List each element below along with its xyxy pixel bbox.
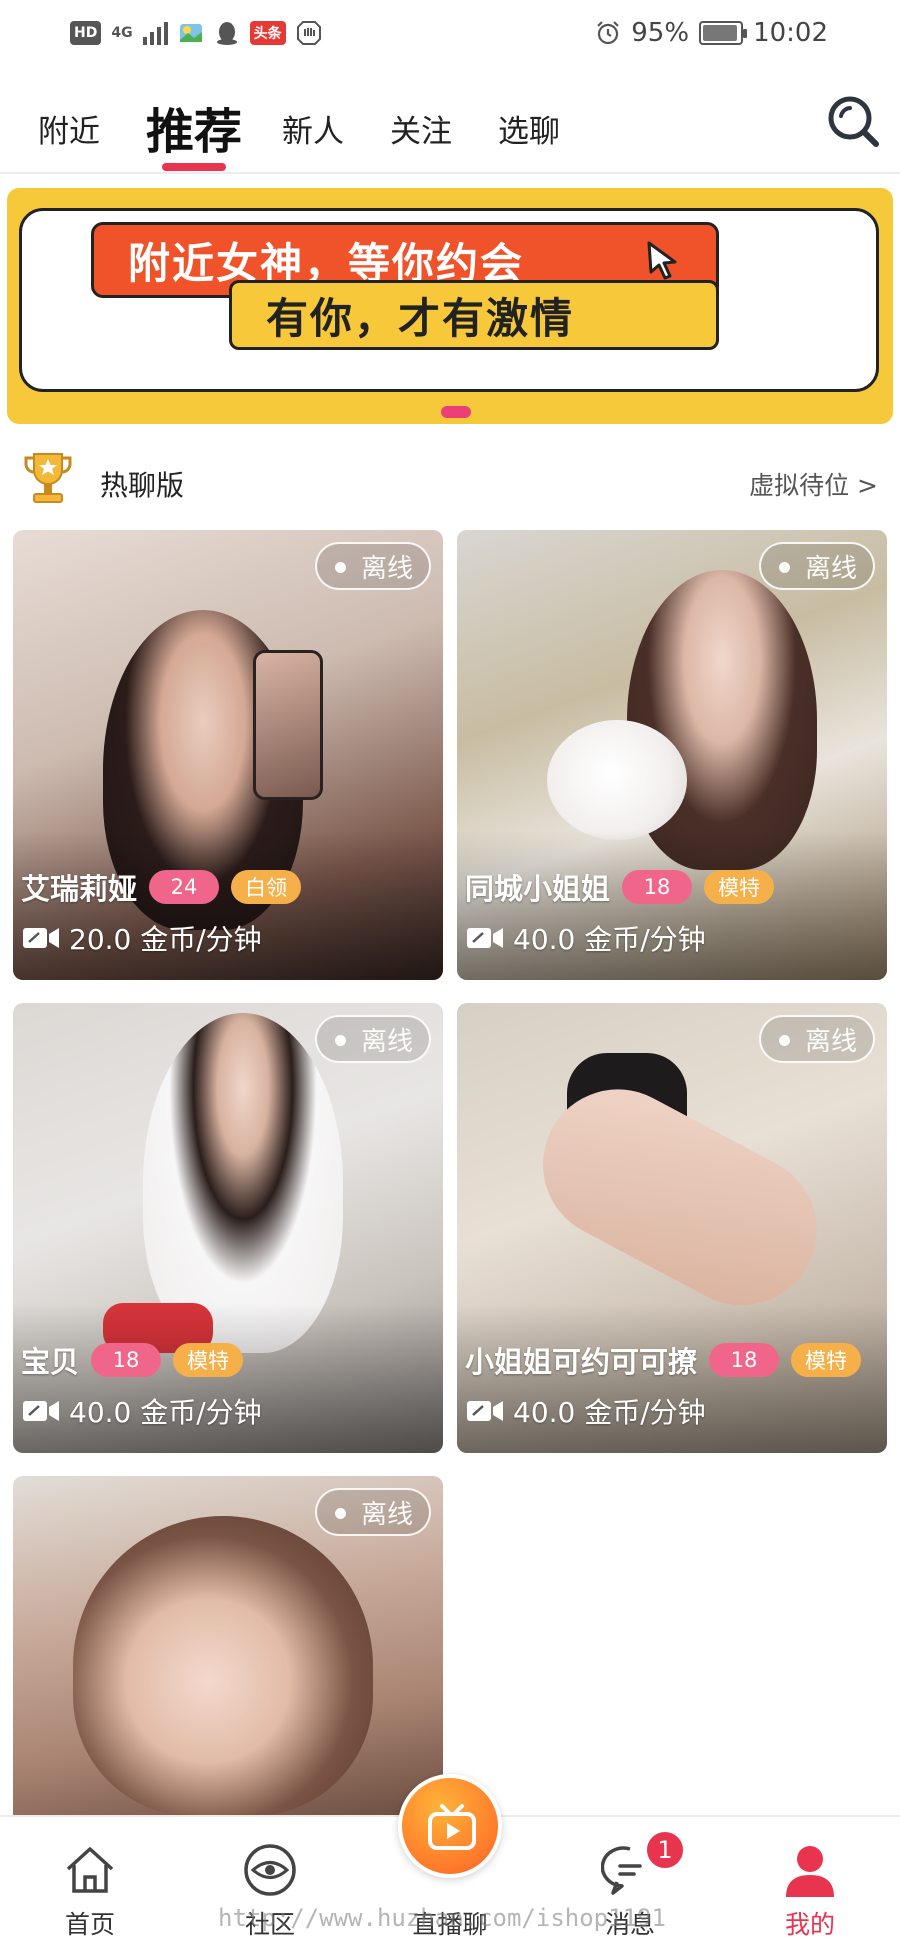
host-name: 艾瑞莉娅 [21, 872, 138, 906]
tab-new[interactable]: 新人 [282, 106, 344, 151]
watermark-text: http://www.huzhan.com/ishop1191 [218, 1904, 666, 1932]
status-left: HD 4G 头条 [70, 20, 322, 46]
nav-profile[interactable]: 我的 [750, 1841, 870, 1941]
clock-time: 10:02 [753, 18, 828, 48]
price-label: 40.0 金币/分钟 [69, 1396, 262, 1429]
status-badge: 离线 [758, 1015, 875, 1063]
card-info: 同城小姐姐 18 模特 40.0 金币/分钟 [465, 866, 879, 958]
host-card[interactable]: 离线 宝贝 18 模特 40.0 金币/分钟 [13, 1003, 443, 1453]
news-app-icon: 头条 [249, 21, 286, 45]
status-badge: 离线 [314, 1488, 431, 1536]
nav-label: 首页 [64, 1910, 115, 1939]
live-chat-center-button[interactable] [398, 1774, 502, 1878]
status-bar: HD 4G 头条 95% 10:02 [0, 0, 900, 66]
battery-percent: 95% [631, 18, 690, 48]
top-tab-bar: 附近 推荐 新人 关注 选聊 [0, 70, 900, 174]
video-call-icon [23, 1401, 59, 1421]
status-right: 95% 10:02 [595, 18, 828, 48]
video-call-icon [467, 1401, 503, 1421]
age-badge: 18 [709, 1343, 780, 1377]
tab-nearby[interactable]: 附近 [38, 106, 100, 151]
battery-icon [699, 21, 748, 45]
card-info: 宝贝 18 模特 40.0 金币/分钟 [21, 1339, 435, 1431]
occupation-tag: 模特 [173, 1343, 244, 1377]
home-icon [66, 1847, 114, 1893]
age-badge: 18 [622, 870, 693, 904]
host-name: 同城小姐姐 [465, 872, 611, 906]
age-badge: 18 [91, 1343, 162, 1377]
network-type: 4G [111, 25, 133, 41]
weather-icon [179, 24, 202, 42]
price-label: 40.0 金币/分钟 [513, 1396, 706, 1429]
host-name: 小姐姐可约可可撩 [465, 1345, 698, 1379]
age-badge: 24 [149, 870, 220, 904]
trophy-icon [24, 453, 72, 503]
price-row: 40.0 金币/分钟 [465, 1391, 879, 1431]
qq-icon [216, 22, 237, 45]
host-name: 宝贝 [21, 1345, 80, 1379]
banner-subline: 有你，才有激情 [229, 280, 719, 350]
profile-icon [786, 1846, 834, 1897]
active-tab-indicator [162, 163, 226, 171]
virtual-queue-link[interactable]: 虚拟待位 > [749, 466, 878, 502]
name-row: 同城小姐姐 18 模特 [465, 866, 879, 908]
occupation-tag: 模特 [791, 1343, 862, 1377]
occupation-tag: 模特 [704, 870, 775, 904]
host-card[interactable]: 离线 艾瑞莉娅 24 白领 20.0 金币/分钟 [13, 530, 443, 980]
community-icon [244, 1844, 296, 1896]
card-info: 艾瑞莉娅 24 白领 20.0 金币/分钟 [21, 866, 435, 958]
tab-following[interactable]: 关注 [390, 106, 452, 151]
price-label: 40.0 金币/分钟 [513, 923, 706, 956]
tab-recommended[interactable]: 推荐 [146, 92, 242, 162]
status-badge: 离线 [314, 1015, 431, 1063]
name-row: 宝贝 18 模特 [21, 1339, 435, 1381]
promo-banner[interactable]: 附近女神，等你约会 有你，才有激情 [7, 188, 893, 424]
rabbit-in-photo [547, 720, 687, 840]
section-title: 热聊版 [100, 469, 185, 502]
occupation-tag: 白领 [231, 870, 302, 904]
card-info: 小姐姐可约可可撩 18 模特 40.0 金币/分钟 [465, 1339, 879, 1431]
video-call-icon [467, 928, 503, 948]
shield-app-icon [296, 21, 321, 45]
hot-chat-section-header: 热聊版 虚拟待位 > [0, 440, 900, 520]
search-icon[interactable] [824, 92, 882, 150]
phone-in-photo [253, 650, 323, 800]
host-card[interactable]: 离线 小姐姐可约可可撩 18 模特 40.0 金币/分钟 [457, 1003, 887, 1453]
nav-label: 我的 [784, 1910, 835, 1939]
host-photo [143, 1013, 343, 1353]
status-badge: 离线 [314, 542, 431, 590]
tab-select-chat[interactable]: 选聊 [498, 106, 560, 151]
price-label: 20.0 金币/分钟 [69, 923, 262, 956]
message-count-badge: 1 [644, 1829, 686, 1871]
alarm-icon [597, 21, 620, 45]
host-card[interactable]: 离线 [13, 1476, 443, 1816]
host-card[interactable]: 离线 同城小姐姐 18 模特 40.0 金币/分钟 [457, 530, 887, 980]
price-row: 40.0 金币/分钟 [465, 918, 879, 958]
hd-icon: HD [70, 21, 102, 45]
cursor-icon [647, 241, 677, 280]
video-call-icon [23, 928, 59, 948]
host-photo [73, 1516, 373, 1816]
signal-icon [142, 21, 168, 45]
status-badge: 离线 [758, 542, 875, 590]
price-row: 40.0 金币/分钟 [21, 1391, 435, 1431]
banner-pagination-dot [441, 406, 471, 418]
name-row: 艾瑞莉娅 24 白领 [21, 866, 435, 908]
nav-home[interactable]: 首页 [30, 1841, 150, 1941]
live-tv-icon [428, 1804, 476, 1850]
price-row: 20.0 金币/分钟 [21, 918, 435, 958]
name-row: 小姐姐可约可可撩 18 模特 [465, 1339, 879, 1381]
